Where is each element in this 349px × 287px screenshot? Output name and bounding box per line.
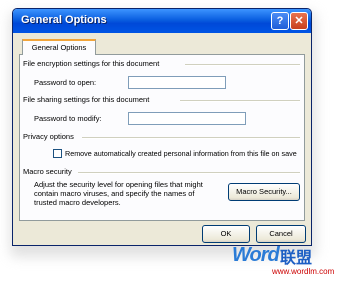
- site-watermark: Word 联盟 www.wordlm.com: [232, 242, 344, 282]
- macro-description-line-1: Adjust the security level for opening fi…: [34, 180, 203, 189]
- macro-description-line-3: trusted macro developers.: [34, 198, 121, 207]
- sharing-divider: [180, 100, 300, 102]
- remove-personal-info-checkbox[interactable]: [53, 149, 62, 158]
- tab-general-options[interactable]: General Options: [22, 39, 96, 55]
- privacy-heading: Privacy options: [23, 132, 74, 141]
- privacy-divider: [82, 137, 300, 139]
- sharing-heading: File sharing settings for this document: [23, 95, 150, 104]
- macro-description-line-2: contain macro viruses, and specify the n…: [34, 189, 195, 198]
- ok-button[interactable]: OK: [202, 225, 250, 243]
- encryption-divider: [185, 64, 300, 66]
- password-open-field[interactable]: [128, 76, 226, 89]
- macro-security-button[interactable]: Macro Security...: [228, 183, 300, 201]
- dialog-title: General Options: [21, 14, 107, 26]
- cancel-button[interactable]: Cancel: [256, 225, 306, 243]
- close-icon[interactable]: ✕: [290, 12, 308, 30]
- macro-divider: [78, 172, 300, 174]
- general-options-dialog: General Options ? ✕ General Options File…: [12, 8, 312, 246]
- password-open-label: Password to open:: [34, 78, 97, 87]
- password-modify-label: Password to modify:: [34, 114, 102, 123]
- watermark-brand: Word: [232, 244, 280, 266]
- macro-heading: Macro security: [23, 167, 72, 176]
- remove-personal-info-label[interactable]: Remove automatically created personal in…: [65, 149, 297, 158]
- encryption-heading: File encryption settings for this docume…: [23, 59, 160, 68]
- password-modify-field[interactable]: [128, 112, 246, 125]
- title-bar[interactable]: General Options ? ✕: [13, 9, 311, 33]
- help-icon[interactable]: ?: [271, 12, 289, 30]
- watermark-url: www.wordlm.com: [272, 267, 335, 276]
- watermark-chinese: 联盟: [280, 248, 313, 267]
- tab-panel: File encryption settings for this docume…: [19, 54, 305, 221]
